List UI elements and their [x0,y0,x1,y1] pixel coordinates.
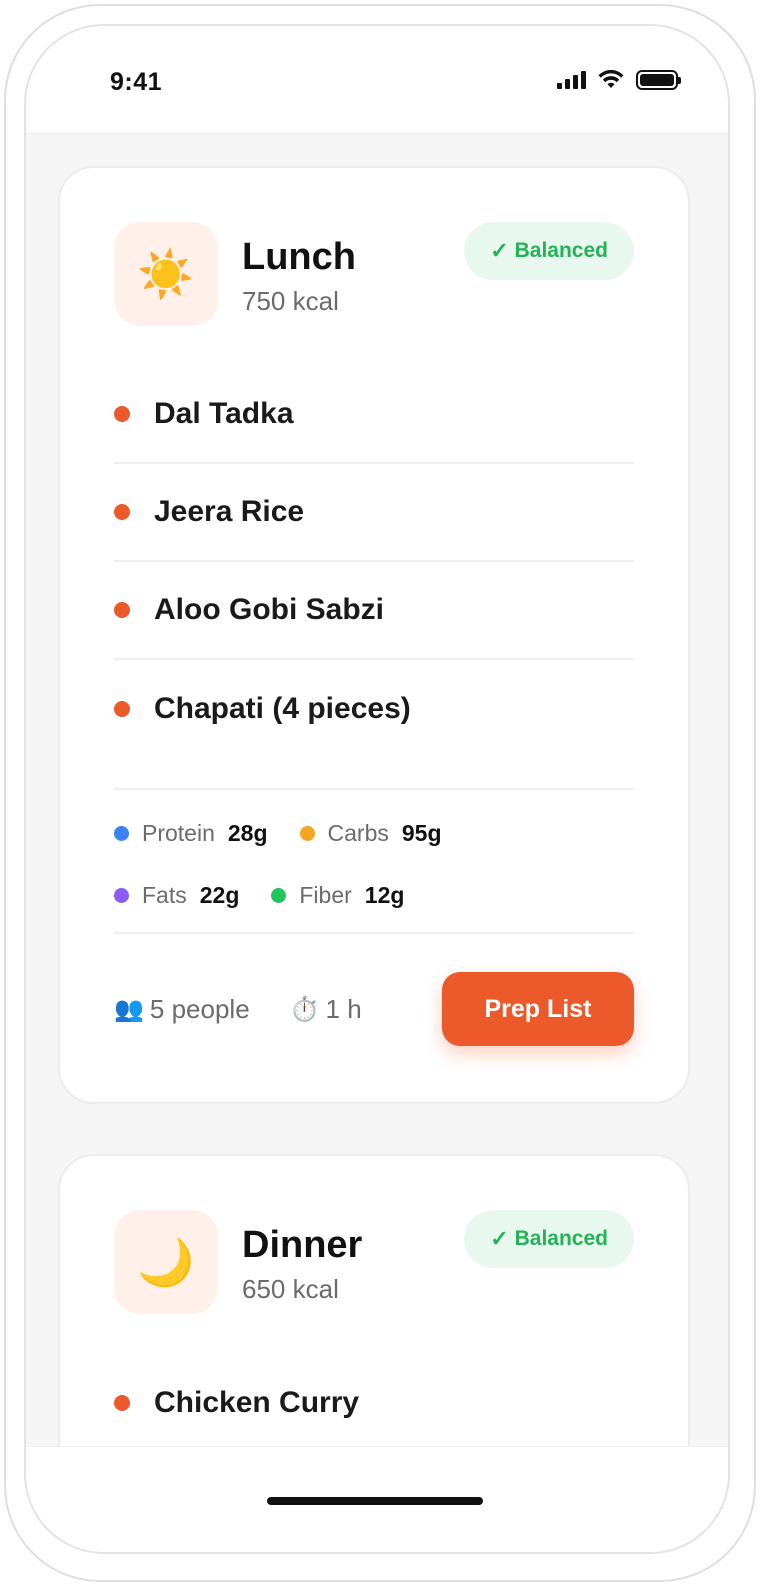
macro-fiber: Fiber 12g [271,882,404,909]
home-bar-area [26,1446,728,1552]
bullet-dot-icon [114,1395,130,1411]
moon-icon: 🌙 [114,1210,218,1314]
battery-icon [636,70,681,90]
balanced-badge: ✓ Balanced [464,222,634,280]
meal-calories: 750 kcal [242,286,339,316]
macro-row: Protein 28g Carbs 95g [114,820,474,847]
macro-value: 95g [401,820,442,846]
list-item: Chicken Curry [114,1354,634,1449]
phone-screen: 9:41 ☀️ Lunch 750 kcal ✓ Balanced Dal Ta… [24,24,730,1554]
meal-plan-scroll[interactable]: ☀️ Lunch 750 kcal ✓ Balanced Dal Tadka J… [26,134,728,1449]
check-icon: ✓ [490,238,509,263]
macro-fats: Fats 22g [114,882,239,909]
bullet-dot-icon [114,504,130,520]
duration-label: 1 h [325,994,362,1024]
meal-title: Lunch [242,236,356,278]
check-icon: ✓ [490,1226,509,1251]
dish-name: Chicken Curry [154,1386,360,1419]
macro-carbs: Carbs 95g [299,820,442,847]
dish-name: Jeera Rice [154,495,305,528]
dish-list: Chicken Curry [114,1354,634,1449]
list-item: Jeera Rice [114,464,634,562]
cellular-signal-icon [557,71,586,89]
dish-list: Dal Tadka Jeera Rice Aloo Gobi Sabzi Cha… [114,366,634,758]
list-item: Dal Tadka [114,366,634,464]
list-item: Chapati (4 pieces) [114,660,634,758]
carbs-dot-icon [299,826,315,841]
macro-label: Fats [142,882,187,908]
bullet-dot-icon [114,602,130,618]
badge-label: Balanced [514,239,608,262]
meal-calories: 650 kcal [242,1274,339,1304]
badge-label: Balanced [514,1227,608,1250]
dish-name: Aloo Gobi Sabzi [154,593,384,626]
macro-label: Fiber [299,882,352,908]
macro-label: Protein [142,820,215,846]
sun-icon: ☀️ [114,222,218,326]
dish-name: Chapati (4 pieces) [154,692,411,725]
servings-label: 5 people [149,994,250,1024]
macro-label: Carbs [327,820,389,846]
bullet-dot-icon [114,701,130,717]
servings-info: 👥 5 people [114,994,250,1025]
status-icons [557,70,681,90]
macro-value: 28g [227,820,268,846]
people-icon: 👥 [114,996,144,1023]
meal-meta: 👥 5 people ⏱️ 1 h [114,994,402,1025]
fiber-dot-icon [271,888,287,903]
macro-row: Fats 22g Fiber 12g [114,882,436,909]
prep-list-button[interactable]: Prep List [442,972,634,1046]
stopwatch-icon: ⏱️ [289,996,320,1023]
balanced-badge: ✓ Balanced [464,1210,634,1268]
macro-value: 22g [199,882,240,908]
list-item: Aloo Gobi Sabzi [114,562,634,660]
meal-card-lunch[interactable]: ☀️ Lunch 750 kcal ✓ Balanced Dal Tadka J… [58,166,690,1104]
dish-name: Dal Tadka [154,397,294,430]
meal-title: Dinner [242,1224,363,1266]
wifi-icon [598,70,624,88]
home-indicator[interactable] [267,1497,483,1505]
meal-card-dinner[interactable]: 🌙 Dinner 650 kcal ✓ Balanced Chicken Cur… [58,1154,690,1449]
fats-dot-icon [114,888,129,903]
macro-protein: Protein 28g [114,820,268,847]
macro-value: 12g [364,882,405,908]
status-bar: 9:41 [26,26,728,134]
protein-dot-icon [114,826,129,841]
bullet-dot-icon [114,406,130,422]
status-time: 9:41 [110,68,163,96]
macro-summary: Protein 28g Carbs 95g Fats 22g Fiber 12g [114,788,634,934]
duration-info: ⏱️ 1 h [290,994,362,1025]
